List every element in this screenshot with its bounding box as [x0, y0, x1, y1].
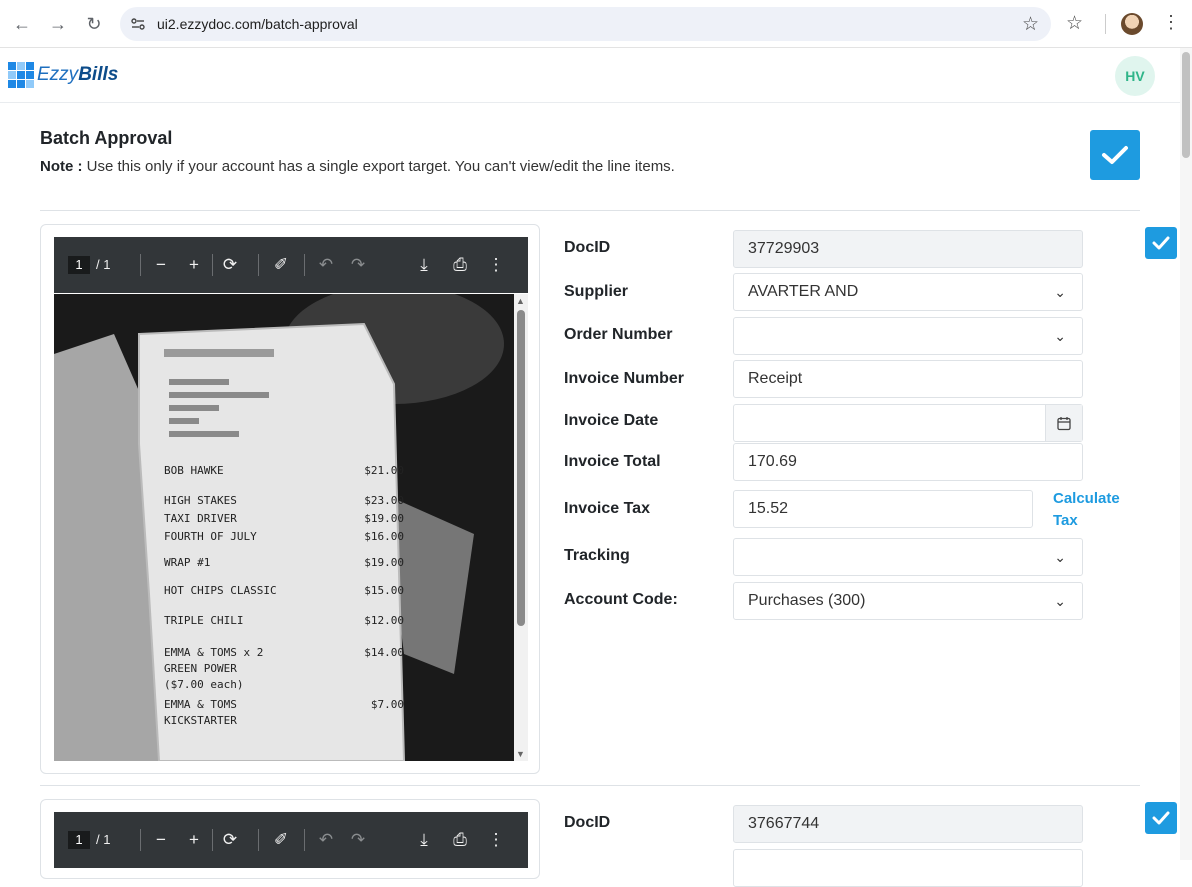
- app-header: EzzyBills HV: [0, 48, 1180, 103]
- profile-avatar[interactable]: [1121, 13, 1143, 35]
- page-note: Note : Use this only if your account has…: [40, 158, 675, 175]
- chevron-down-icon: ⌄: [1054, 284, 1066, 300]
- page-total: / 1: [96, 832, 111, 847]
- zoom-in-icon[interactable]: +: [184, 255, 204, 275]
- scroll-down-icon[interactable]: ▼: [516, 749, 525, 759]
- page-number-input[interactable]: 1: [68, 831, 90, 849]
- zoom-out-icon[interactable]: −: [151, 830, 171, 850]
- undo-icon[interactable]: ↶: [316, 255, 336, 275]
- supplier-select[interactable]: AVARTER AND ⌄: [733, 273, 1083, 311]
- note-label: Note :: [40, 158, 83, 175]
- check-icon: [1152, 811, 1170, 825]
- user-avatar[interactable]: HV: [1115, 56, 1155, 96]
- tracking-select[interactable]: ⌄: [733, 538, 1083, 576]
- chevron-down-icon: ⌄: [1054, 593, 1066, 609]
- note-text: Use this only if your account has a sing…: [82, 158, 675, 175]
- site-settings-icon[interactable]: [130, 16, 146, 32]
- section-divider: [40, 785, 1140, 786]
- order-number-select[interactable]: ⌄: [733, 317, 1083, 355]
- url-text[interactable]: ui2.ezzydoc.com/batch-approval: [157, 16, 358, 32]
- print-icon[interactable]: ⎙: [450, 830, 470, 850]
- kebab-menu-icon[interactable]: ⋮: [1162, 12, 1180, 33]
- account-code-value: Purchases (300): [748, 592, 866, 609]
- rotate-icon[interactable]: ⟳: [220, 255, 240, 275]
- annotate-icon[interactable]: ✐: [271, 830, 291, 850]
- document-select-checkbox[interactable]: [1145, 802, 1177, 834]
- zoom-out-icon[interactable]: −: [151, 255, 171, 275]
- pdf-page-view[interactable]: BOB HAWKE $21.00 HIGH STAKES $23.00 TAXI D…: [54, 294, 528, 761]
- scrollbar-thumb[interactable]: [1182, 52, 1190, 158]
- docid-field: 37729903: [733, 230, 1083, 268]
- page-total: / 1: [96, 257, 111, 272]
- supplier-value: AVARTER AND: [748, 283, 859, 300]
- download-icon[interactable]: ⤓: [414, 255, 434, 275]
- invoice-number-label: Invoice Number: [564, 370, 685, 387]
- invoice-total-input[interactable]: 170.69: [733, 443, 1083, 481]
- scroll-up-icon[interactable]: ▲: [516, 296, 525, 306]
- page-title: Batch Approval: [40, 128, 173, 148]
- order-number-label: Order Number: [564, 326, 673, 343]
- logo-mark: [8, 62, 34, 88]
- bookmarks-icon[interactable]: ☆: [1066, 12, 1083, 35]
- reload-icon[interactable]: ↻: [82, 12, 106, 36]
- bookmark-star-icon[interactable]: ☆: [1022, 13, 1039, 36]
- redo-icon[interactable]: ↷: [348, 830, 368, 850]
- document-select-checkbox[interactable]: [1145, 227, 1177, 259]
- page-scrollbar[interactable]: [1180, 48, 1192, 860]
- calendar-icon[interactable]: [1045, 405, 1082, 441]
- supplier-select[interactable]: [733, 849, 1083, 887]
- toolbar-divider: [1105, 14, 1106, 34]
- zoom-in-icon[interactable]: +: [184, 830, 204, 850]
- redo-icon[interactable]: ↷: [348, 255, 368, 275]
- invoice-date-label: Invoice Date: [564, 412, 659, 429]
- forward-icon[interactable]: →: [46, 12, 70, 36]
- back-icon[interactable]: ←: [10, 12, 34, 36]
- annotate-icon[interactable]: ✐: [271, 255, 291, 275]
- pdf-scrollbar[interactable]: ▲ ▼: [514, 294, 528, 761]
- tracking-label: Tracking: [564, 547, 630, 564]
- ezzybills-logo[interactable]: EzzyBills: [8, 62, 118, 88]
- account-code-label: Account Code:: [564, 591, 678, 608]
- more-options-icon[interactable]: ⋮: [486, 830, 506, 850]
- document-preview-card: 1 / 1 − + ⟳ ✐ ↶ ↷ ⤓ ⎙ ⋮: [40, 799, 540, 879]
- supplier-label: Supplier: [564, 283, 629, 300]
- docid-field: 37667744: [733, 805, 1083, 843]
- page-number-input[interactable]: 1: [68, 256, 90, 274]
- section-divider: [40, 210, 1140, 211]
- print-icon[interactable]: ⎙: [450, 255, 470, 275]
- invoice-tax-input[interactable]: 15.52: [733, 490, 1033, 528]
- chevron-down-icon: ⌄: [1054, 549, 1066, 565]
- address-bar[interactable]: ui2.ezzydoc.com/batch-approval ☆: [120, 7, 1051, 41]
- browser-toolbar: ← → ↻ ui2.ezzydoc.com/batch-approval ☆ ☆…: [0, 0, 1192, 48]
- logo-text: EzzyBills: [37, 64, 119, 85]
- select-all-checkbox[interactable]: [1090, 130, 1140, 180]
- check-icon: [1102, 146, 1128, 164]
- chevron-down-icon: ⌄: [1054, 328, 1066, 344]
- document-preview-card: 1 / 1 − + ⟳ ✐ ↶ ↷ ⤓ ⎙ ⋮ BOB HAWKE $21.00…: [40, 224, 540, 774]
- calculate-tax-link[interactable]: Calculate Tax: [1053, 488, 1143, 532]
- rotate-icon[interactable]: ⟳: [220, 830, 240, 850]
- pdf-toolbar: 1 / 1 − + ⟳ ✐ ↶ ↷ ⤓ ⎙ ⋮: [54, 237, 528, 293]
- undo-icon[interactable]: ↶: [316, 830, 336, 850]
- invoice-date-input[interactable]: [733, 404, 1083, 442]
- docid-label: DocID: [564, 814, 611, 831]
- check-icon: [1152, 236, 1170, 250]
- pdf-scroll-thumb[interactable]: [517, 310, 525, 626]
- download-icon[interactable]: ⤓: [414, 830, 434, 850]
- invoice-total-label: Invoice Total: [564, 453, 661, 470]
- more-options-icon[interactable]: ⋮: [486, 255, 506, 275]
- account-code-select[interactable]: Purchases (300) ⌄: [733, 582, 1083, 620]
- receipt-lines: BOB HAWKE $21.00 HIGH STAKES $23.00 TAXI D…: [164, 464, 404, 727]
- docid-label: DocID: [564, 239, 611, 256]
- invoice-number-input[interactable]: Receipt: [733, 360, 1083, 398]
- invoice-tax-label: Invoice Tax: [564, 500, 650, 517]
